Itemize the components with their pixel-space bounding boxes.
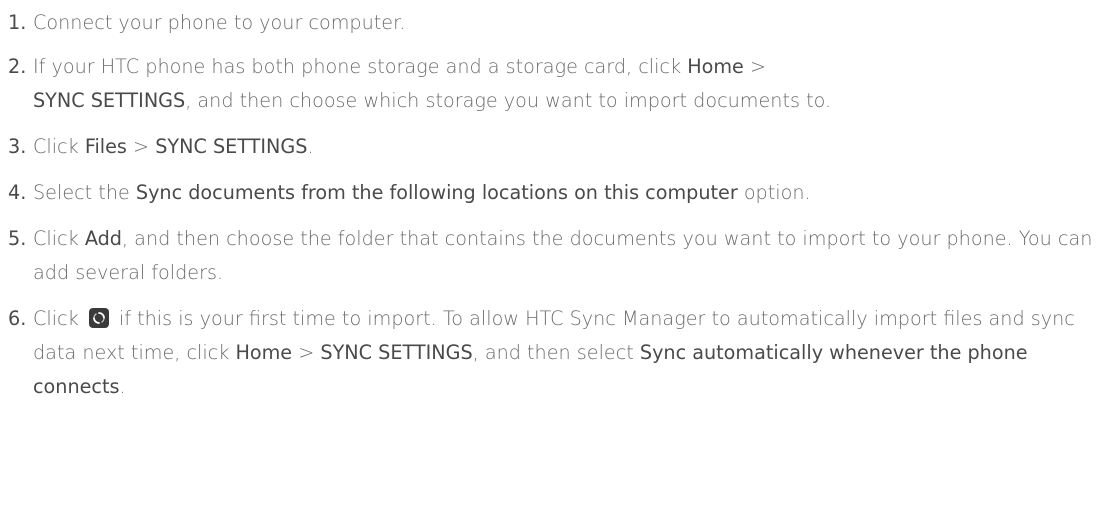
step-number: 4. [8,181,27,204]
step-1: 1. Connect your phone to your computer. [8,6,1108,40]
step-6: 6. Click if this is your first time to i… [8,302,1108,404]
instruction-steps: 1. Connect your phone to your computer. … [0,6,1114,404]
ui-term-sync-settings: SYNC SETTINGS [320,341,473,364]
ui-term-home: Home [235,341,293,364]
step-text: Click Add, and then choose the folder th… [33,227,1093,284]
ui-term-home: Home [687,55,744,78]
step-2: 2. If your HTC phone has both phone stor… [8,50,1108,118]
ui-term-sync-settings: SYNC SETTINGS [33,89,186,112]
step-number: 3. [8,135,27,158]
step-number: 5. [8,227,27,250]
step-text: Click Files > SYNC SETTINGS. [33,135,314,158]
step-text: If your HTC phone has both phone storage… [33,55,832,112]
step-text: Connect your phone to your computer. [33,11,406,34]
ui-term-files: Files [84,135,127,158]
step-text: Click if this is your first time to impo… [33,307,1075,398]
step-3: 3. Click Files > SYNC SETTINGS. [8,130,1108,164]
step-text: Select the Sync documents from the follo… [33,181,811,204]
step-4: 4. Select the Sync documents from the fo… [8,176,1108,210]
step-number: 2. [8,55,27,78]
ui-term-add: Add [84,227,122,250]
ui-term-sync-settings: SYNC SETTINGS [155,135,308,158]
ui-term-sync-documents-option: Sync documents from the following locati… [135,181,738,204]
step-5: 5. Click Add, and then choose the folder… [8,222,1108,290]
step-number: 6. [8,307,27,330]
step-number: 1. [8,11,27,34]
sync-icon [88,308,109,328]
